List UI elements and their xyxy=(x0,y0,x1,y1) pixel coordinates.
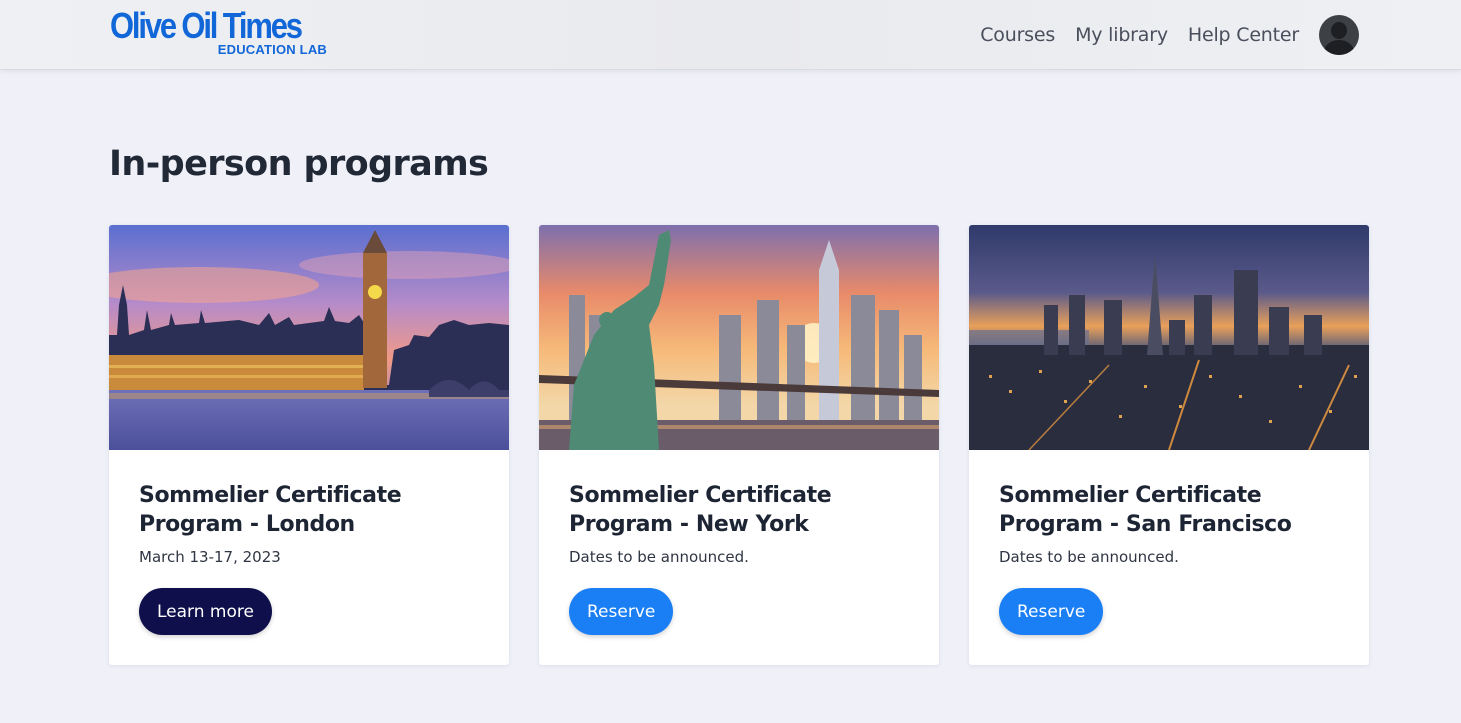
san-francisco-skyline-image xyxy=(969,225,1369,450)
reserve-button[interactable]: Reserve xyxy=(569,588,674,635)
olive-oil-times-logo[interactable]: Olive Oil Times EDUCATION LAB xyxy=(110,6,335,60)
nav-my-library[interactable]: My library xyxy=(1075,24,1168,46)
card-date: Dates to be announced. xyxy=(999,548,1179,566)
london-skyline-image xyxy=(109,225,509,450)
program-card-london: Sommelier Certificate Program - London M… xyxy=(109,225,509,665)
nav-help-center[interactable]: Help Center xyxy=(1188,24,1299,46)
reserve-button[interactable]: Reserve xyxy=(999,588,1104,635)
nav-courses[interactable]: Courses xyxy=(980,24,1055,46)
logo-wordmark: Olive Oil Times xyxy=(110,5,303,46)
program-card-new-york: Sommelier Certificate Program - New York… xyxy=(539,225,939,665)
card-title: Sommelier Certificate Program - New York xyxy=(569,483,832,537)
page-title: In-person programs xyxy=(109,144,489,184)
user-avatar[interactable] xyxy=(1319,15,1359,55)
main-nav: Courses My library Help Center xyxy=(980,14,1359,56)
new-york-skyline-image xyxy=(539,225,939,450)
avatar-head-shape xyxy=(1331,22,1347,39)
card-title: Sommelier Certificate Program - San Fran… xyxy=(999,483,1292,537)
logo-subtitle: EDUCATION LAB xyxy=(217,42,327,57)
avatar-body-shape xyxy=(1324,40,1354,55)
card-date: Dates to be announced. xyxy=(569,548,749,566)
program-card-san-francisco: Sommelier Certificate Program - San Fran… xyxy=(969,225,1369,665)
card-date: March 13-17, 2023 xyxy=(139,548,281,566)
card-title: Sommelier Certificate Program - London xyxy=(139,483,402,537)
top-navigation-bar: Olive Oil Times EDUCATION LAB Courses My… xyxy=(0,0,1461,70)
learn-more-button[interactable]: Learn more xyxy=(139,588,272,635)
